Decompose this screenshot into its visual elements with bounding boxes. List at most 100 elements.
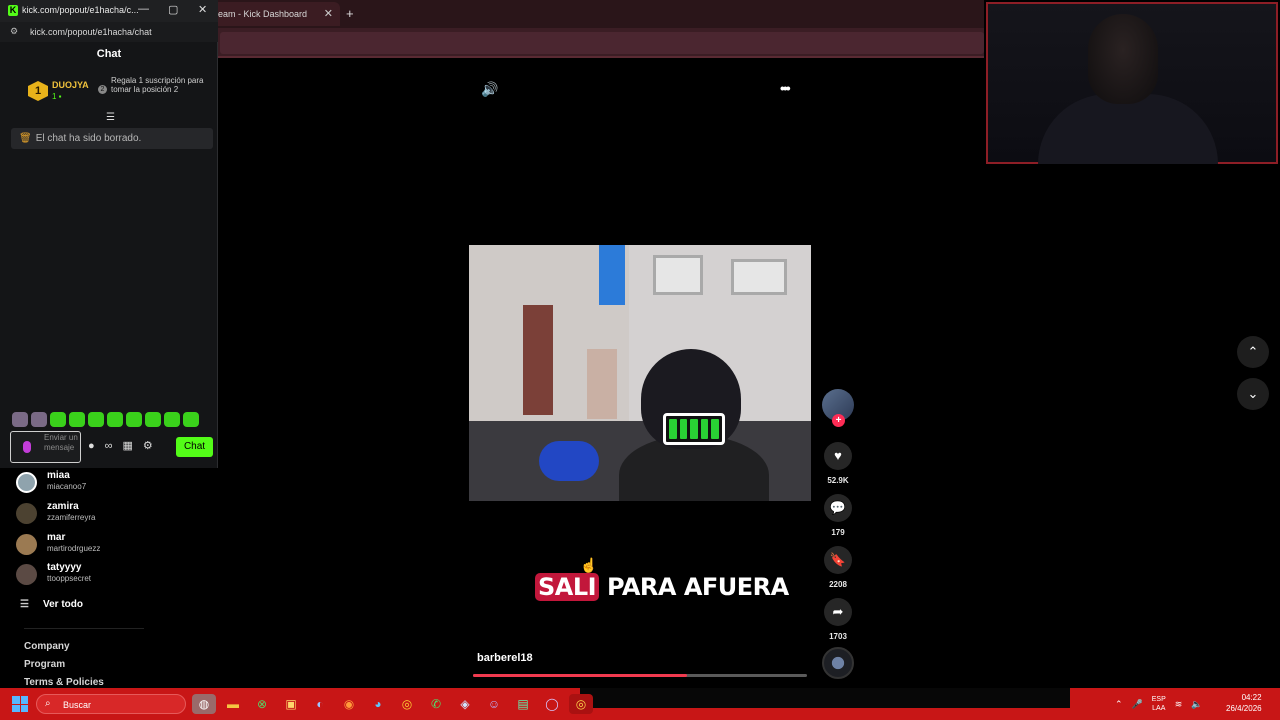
chat-cleared-notice: 🗑 El chat ha sido borrado.: [11, 128, 213, 149]
app-icon[interactable]: ◐: [308, 694, 332, 714]
tray-chevron-icon[interactable]: ⌃: [1115, 699, 1123, 710]
microphone-icon[interactable]: [23, 441, 31, 453]
progress-fill: [473, 674, 687, 677]
obs-icon[interactable]: ◯: [540, 694, 564, 714]
suggested-user[interactable]: zamira zzamiferreyra: [16, 501, 196, 529]
mic-tray-icon[interactable]: 🎤: [1132, 699, 1143, 710]
share-icon[interactable]: ➦: [824, 598, 852, 626]
collapse-icon[interactable]: ☰: [106, 112, 115, 123]
file-explorer-icon[interactable]: ▬: [221, 694, 245, 714]
gear-icon[interactable]: ⚙: [143, 440, 153, 452]
chat-tools: ● ∞ ▦ ⚙: [88, 439, 163, 452]
app-icon[interactable]: ◍: [192, 694, 216, 714]
chevron-down-icon[interactable]: ⌄: [1237, 378, 1269, 410]
taskbar-search[interactable]: ⌕ Buscar: [36, 694, 186, 714]
send-chat-button[interactable]: Chat: [176, 437, 213, 457]
avatar: [16, 534, 37, 555]
emote-icon[interactable]: [50, 412, 66, 427]
mention-icon[interactable]: ●: [88, 440, 95, 452]
wifi-icon[interactable]: ≋: [1175, 699, 1183, 710]
trash-icon: 🗑: [19, 133, 32, 144]
minimize-icon[interactable]: —: [138, 3, 149, 15]
gift-leaderboard[interactable]: 1 DUOJYA 1 ▪ 2 Regala 1 suscripción para…: [28, 76, 214, 104]
user-handle: miacanoo7: [47, 482, 87, 491]
language-indicator[interactable]: ESP LAA: [1152, 695, 1166, 713]
emote-icon[interactable]: [183, 412, 199, 427]
leaderboard-hint: Regala 1 suscripción para tomar la posic…: [111, 76, 204, 94]
blender-icon[interactable]: ◉: [337, 694, 361, 714]
browser-tab-kick-dashboard[interactable]: eam - Kick Dashboard ✕: [212, 2, 340, 26]
rank-badge-icon: 1: [28, 81, 48, 101]
suggested-user[interactable]: miaa miacanoo7: [16, 470, 196, 498]
user-handle: martirodrguezz: [47, 544, 101, 553]
webcam-person-head: [1088, 14, 1158, 104]
new-tab-button[interactable]: +: [346, 6, 354, 21]
background-url-field[interactable]: [220, 32, 984, 54]
comment-icon[interactable]: 💬: [824, 494, 852, 522]
xbox-icon[interactable]: ⊗: [250, 694, 274, 714]
suggested-user[interactable]: mar martirodrguezz: [16, 532, 196, 560]
user-handle: ttooppsecret: [47, 574, 92, 583]
webcam-person-body: [1038, 94, 1218, 164]
whatsapp-icon[interactable]: ✆: [424, 694, 448, 714]
emote-icon[interactable]: [69, 412, 85, 427]
emote-icon[interactable]: [126, 412, 142, 427]
chrome-active-icon[interactable]: ◎: [569, 694, 593, 714]
user-name: zamira: [47, 501, 79, 512]
suggested-user[interactable]: tatyyyy ttooppsecret: [16, 562, 196, 590]
popout-url-bar[interactable]: ⚙ kick.com/popout/e1hacha/chat: [0, 22, 218, 42]
emote-icon[interactable]: [88, 412, 104, 427]
maximize-icon[interactable]: ▢: [168, 3, 178, 16]
edge-icon[interactable]: ◕: [366, 694, 390, 714]
comment-action[interactable]: 💬 179: [822, 494, 854, 537]
bookmark-icon[interactable]: 🔖: [824, 546, 852, 574]
tab-close-icon[interactable]: ✕: [324, 7, 333, 20]
emote-icon[interactable]: [31, 412, 47, 427]
heart-icon[interactable]: ♥: [824, 442, 852, 470]
emote-icon[interactable]: [107, 412, 123, 427]
chat-message-input[interactable]: Enviar un mensaje: [10, 431, 81, 463]
share-action[interactable]: ➦ 1703: [822, 598, 854, 641]
emote-icon[interactable]: [12, 412, 28, 427]
taskbar-clock[interactable]: 04:22 26/4/2026: [1226, 692, 1262, 714]
like-action[interactable]: ♥ 52.9K: [822, 442, 854, 485]
music-disc-icon[interactable]: [822, 647, 854, 679]
chrome-icon[interactable]: ◎: [395, 694, 419, 714]
video-motorbike: [539, 441, 599, 481]
battery-icon: [663, 413, 725, 445]
volume-icon[interactable]: 🔊: [481, 81, 498, 98]
popout-title: kick.com/popout/e1hacha/c...: [22, 5, 139, 15]
windows-start-icon[interactable]: [12, 696, 28, 712]
divider: [24, 628, 144, 629]
chevron-up-icon[interactable]: ⌃: [1237, 336, 1269, 368]
tab-title: eam - Kick Dashboard: [218, 9, 308, 19]
footer-link-program[interactable]: Program: [24, 659, 65, 670]
save-count: 2208: [829, 580, 847, 589]
user-name: miaa: [47, 470, 70, 481]
site-settings-icon[interactable]: ⚙: [10, 26, 18, 37]
mouse-cursor-icon: ☝: [580, 557, 598, 573]
avatar: [16, 503, 37, 524]
save-action[interactable]: 🔖 2208: [822, 546, 854, 589]
emote-icon[interactable]: [145, 412, 161, 427]
close-icon[interactable]: ✕: [198, 3, 207, 16]
clock-time: 04:22: [1241, 693, 1262, 702]
follow-plus-icon[interactable]: +: [832, 414, 845, 427]
footer-link-company[interactable]: Company: [24, 641, 70, 652]
store-icon[interactable]: ▦: [123, 440, 133, 452]
like-count: 52.9K: [827, 476, 849, 485]
see-all-link[interactable]: ☰ Ver todo: [20, 599, 83, 610]
steam-icon[interactable]: ◈: [453, 694, 477, 714]
more-options-icon[interactable]: •••: [780, 80, 791, 96]
discord-icon[interactable]: ☺: [482, 694, 506, 714]
footer-link-terms[interactable]: Terms & Policies: [24, 677, 104, 688]
infinity-icon[interactable]: ∞: [105, 440, 113, 452]
app-icon[interactable]: ▤: [511, 694, 535, 714]
video-frame[interactable]: [469, 245, 811, 501]
store-icon[interactable]: ▣: [279, 694, 303, 714]
emote-icon[interactable]: [164, 412, 180, 427]
creator-name[interactable]: barberel18: [477, 652, 533, 664]
avatar: [16, 472, 37, 493]
speaker-icon[interactable]: 🔈: [1191, 699, 1202, 710]
popout-title-bar[interactable]: K kick.com/popout/e1hacha/c... — ▢ ✕: [0, 0, 218, 22]
